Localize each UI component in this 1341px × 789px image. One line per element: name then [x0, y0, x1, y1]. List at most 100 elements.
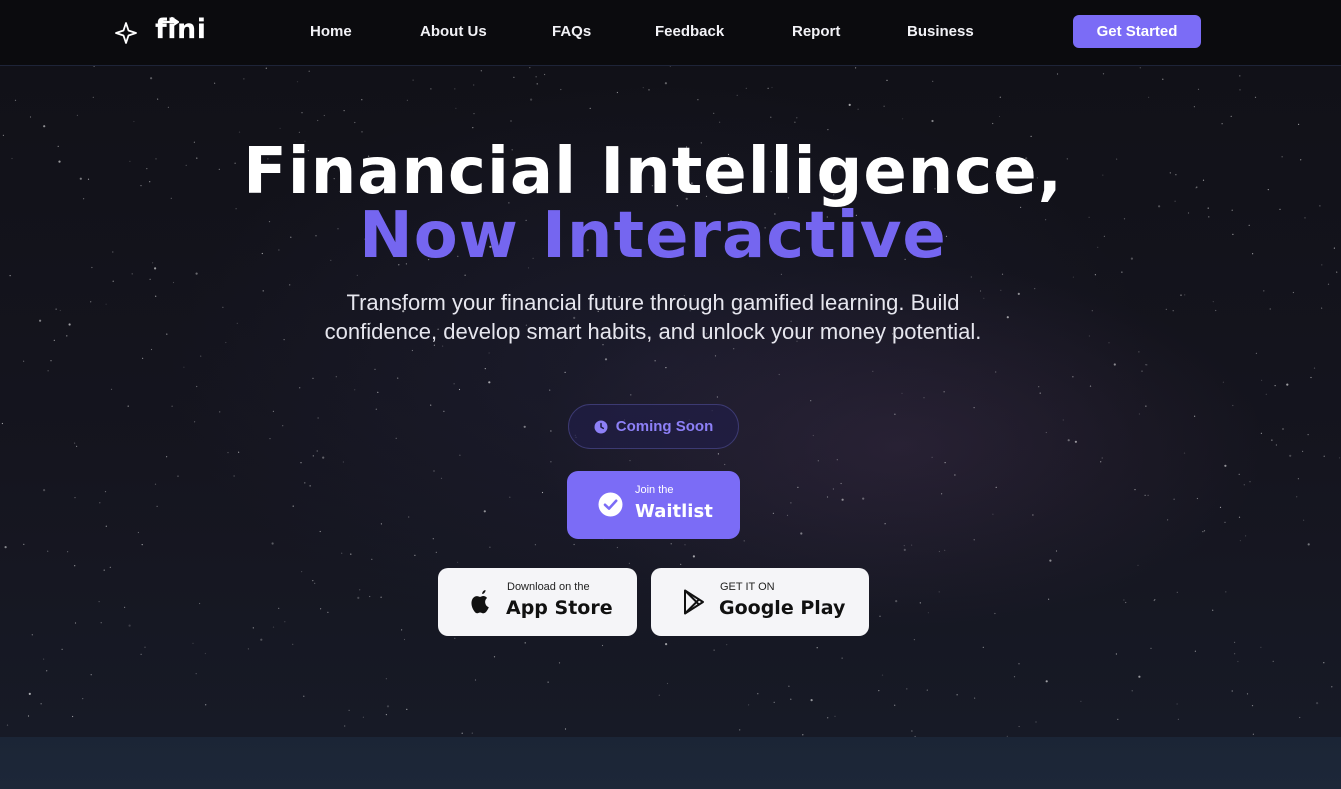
star: [74, 497, 76, 499]
star: [269, 438, 271, 440]
star: [1249, 481, 1251, 483]
nav-home[interactable]: Home: [310, 23, 352, 40]
star: [1302, 450, 1304, 452]
star: [654, 360, 656, 362]
star: [770, 116, 772, 118]
hero-title-line1: Financial Intelligence,: [243, 135, 1063, 209]
star: [1165, 308, 1167, 310]
star: [55, 308, 57, 310]
star: [395, 437, 397, 439]
star: [320, 608, 322, 610]
star: [509, 496, 511, 498]
star: [1321, 264, 1323, 266]
star: [1245, 535, 1247, 537]
star: [564, 728, 567, 730]
get-started-button[interactable]: Get Started: [1073, 15, 1201, 48]
star: [812, 434, 814, 437]
star: [177, 475, 179, 477]
star: [1018, 663, 1020, 665]
star: [195, 272, 198, 275]
clock-icon: [594, 420, 608, 433]
star: [894, 704, 896, 706]
star: [238, 131, 241, 133]
star: [279, 127, 281, 129]
star: [183, 366, 185, 368]
star: [172, 281, 175, 284]
star: [109, 566, 111, 568]
star: [1150, 647, 1152, 650]
star: [105, 525, 107, 527]
star: [1261, 379, 1263, 381]
star: [573, 543, 575, 546]
star: [719, 121, 721, 123]
star: [564, 371, 566, 373]
star: [932, 80, 934, 82]
nav-feedback[interactable]: Feedback: [655, 23, 724, 40]
star: [745, 87, 747, 89]
star: [1316, 702, 1319, 705]
nav-business[interactable]: Business: [907, 23, 974, 40]
star: [1224, 464, 1227, 467]
star: [140, 653, 142, 655]
star: [1243, 484, 1245, 486]
star: [529, 67, 531, 69]
star: [1088, 335, 1090, 337]
star: [199, 602, 201, 605]
star: [473, 113, 475, 115]
star: [341, 552, 343, 554]
star: [133, 120, 135, 123]
star: [1049, 559, 1052, 562]
hero-section: Financial Intelligence, Now Interactive …: [0, 66, 1341, 737]
star: [308, 70, 310, 72]
star: [488, 381, 491, 384]
star: [1272, 660, 1274, 663]
star: [894, 413, 896, 415]
nav-about-us[interactable]: About Us: [420, 23, 487, 40]
star: [664, 82, 668, 85]
star: [354, 389, 356, 391]
star: [1176, 591, 1178, 593]
star: [430, 404, 432, 406]
star: [195, 673, 197, 675]
logo-wordmark[interactable]: fini: [155, 14, 206, 45]
star: [827, 129, 829, 131]
star: [1260, 432, 1262, 434]
star: [817, 460, 819, 462]
star: [886, 79, 888, 81]
app-store-button[interactable]: Download on the App Store: [438, 568, 637, 636]
star: [1167, 519, 1169, 521]
star: [1180, 294, 1182, 296]
star: [999, 96, 1001, 98]
star: [90, 301, 92, 303]
star: [1269, 308, 1271, 310]
star: [1162, 78, 1164, 80]
star: [1254, 96, 1257, 98]
star: [43, 658, 45, 660]
star: [105, 303, 107, 305]
star: [397, 377, 399, 379]
star: [222, 306, 224, 308]
nav-report[interactable]: Report: [792, 23, 840, 40]
star: [714, 355, 717, 357]
star: [513, 76, 515, 78]
star: [895, 600, 898, 603]
nav-faqs[interactable]: FAQs: [552, 23, 591, 40]
star: [233, 475, 235, 477]
star: [1147, 494, 1149, 496]
star: [1230, 115, 1232, 117]
star: [530, 98, 533, 101]
star: [956, 694, 958, 696]
star: [1056, 73, 1059, 75]
star: [112, 280, 114, 282]
star: [443, 410, 445, 412]
star: [1246, 693, 1249, 695]
join-waitlist-button[interactable]: Join the Waitlist: [567, 471, 740, 539]
star: [1263, 290, 1265, 292]
star: [219, 411, 221, 413]
star: [1274, 385, 1276, 387]
google-play-button[interactable]: GET IT ON Google Play: [651, 568, 869, 636]
star: [272, 626, 275, 628]
star: [489, 546, 491, 548]
star: [312, 580, 314, 582]
star: [857, 108, 859, 110]
